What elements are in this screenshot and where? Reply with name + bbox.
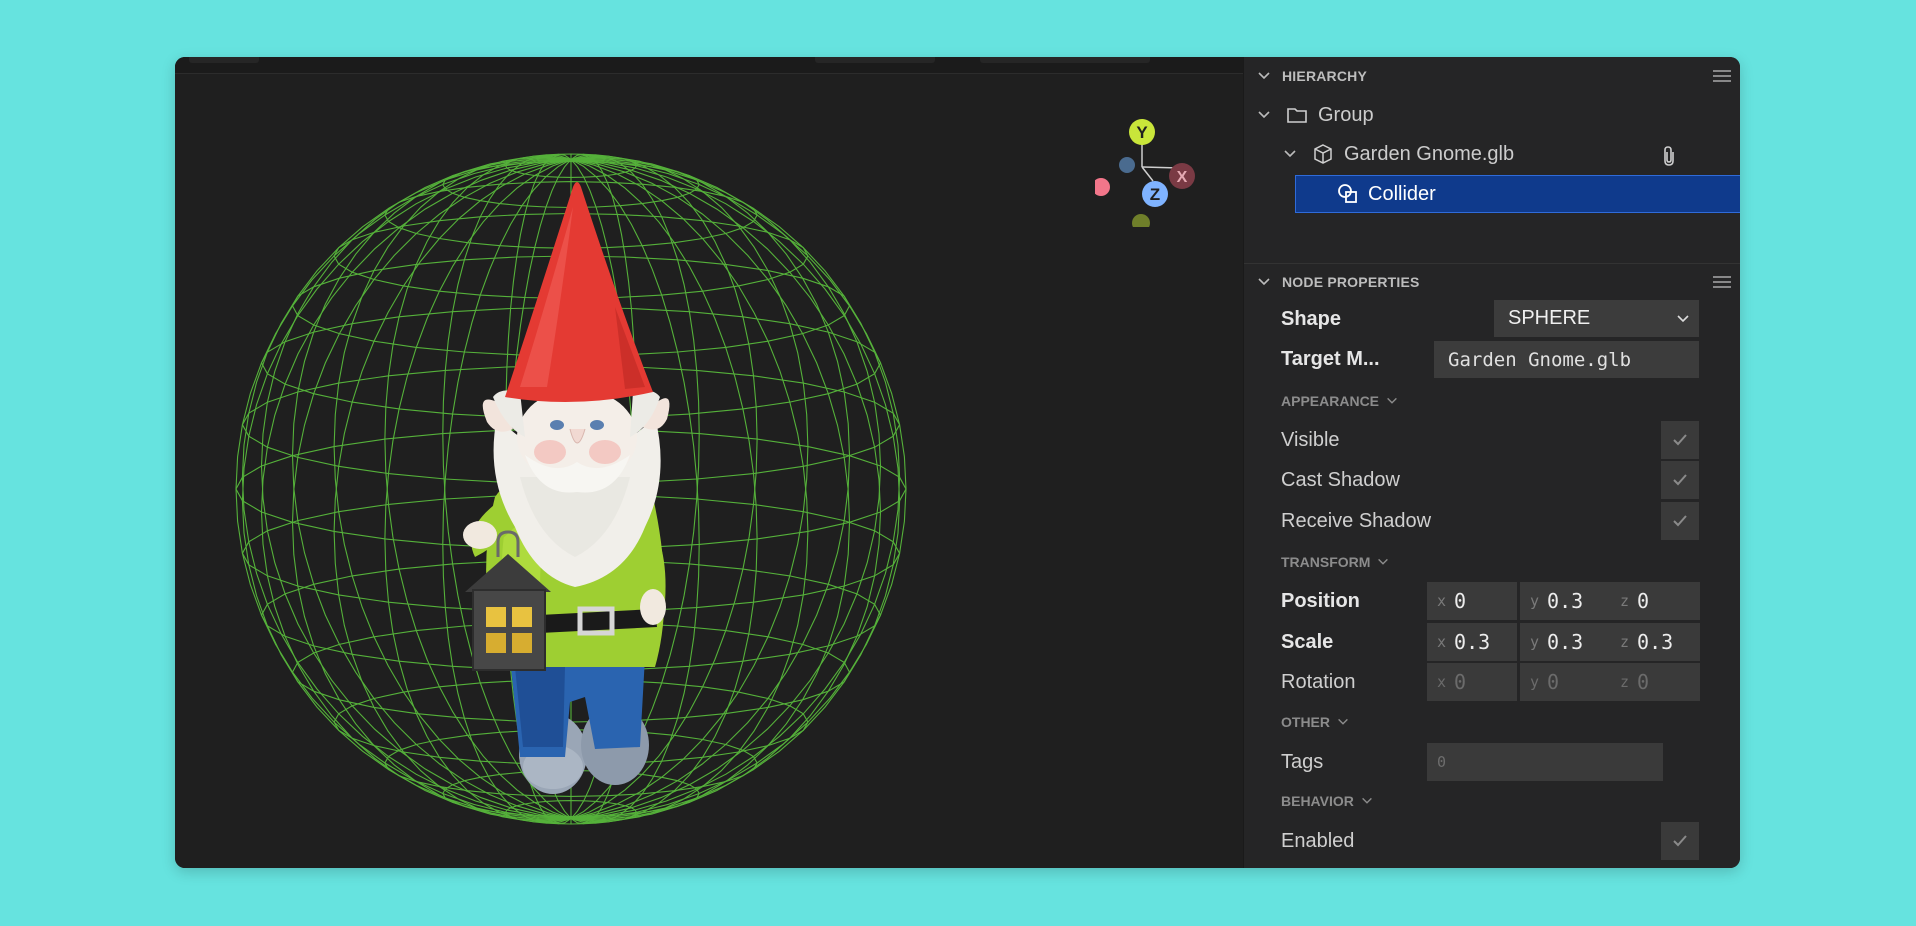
target-mesh-field[interactable]: Garden Gnome.glb bbox=[1434, 341, 1699, 378]
chevron-down-icon bbox=[1677, 315, 1689, 323]
chevron-down-icon[interactable] bbox=[1282, 146, 1298, 162]
scale-x-field[interactable]: x 0.3 bbox=[1427, 623, 1517, 661]
hierarchy-title: HIERARCHY bbox=[1282, 68, 1368, 84]
axis-x-label: x bbox=[1437, 633, 1447, 651]
rotation-x-value: 0 bbox=[1454, 670, 1467, 694]
scale-y-field[interactable]: y 0.3 bbox=[1520, 623, 1610, 661]
cast-shadow-checkbox[interactable] bbox=[1661, 461, 1699, 499]
position-x-value: 0 bbox=[1454, 589, 1467, 613]
other-group-header[interactable]: OTHER bbox=[1281, 714, 1350, 730]
position-z-value: 0 bbox=[1637, 589, 1650, 613]
position-y-value: 0.3 bbox=[1547, 589, 1584, 613]
rotation-z-value: 0 bbox=[1637, 670, 1650, 694]
chevron-down-icon[interactable] bbox=[1256, 274, 1272, 290]
axis-y-label: y bbox=[1530, 592, 1540, 610]
rotation-x-field[interactable]: x0 bbox=[1427, 663, 1517, 701]
shape-value: SPHERE bbox=[1508, 307, 1591, 329]
shapes-icon bbox=[1338, 184, 1357, 203]
chevron-down-icon bbox=[1378, 558, 1389, 565]
position-z-field[interactable]: z0 bbox=[1610, 582, 1700, 620]
svg-text:Y: Y bbox=[1136, 123, 1148, 142]
checkmark-icon bbox=[1673, 515, 1687, 527]
behavior-title: BEHAVIOR bbox=[1281, 793, 1354, 809]
scale-label: Scale bbox=[1281, 631, 1334, 653]
chevron-down-icon bbox=[1387, 397, 1397, 404]
scale-y-value: 0.3 bbox=[1547, 630, 1584, 654]
axis-z-label: z bbox=[1620, 673, 1630, 691]
axis-y-label: y bbox=[1530, 633, 1540, 651]
behavior-group-header[interactable]: BEHAVIOR bbox=[1281, 793, 1374, 809]
node-properties-header[interactable]: NODE PROPERTIES bbox=[1244, 263, 1740, 301]
scene-viewport[interactable]: Y X Z bbox=[175, 57, 1243, 868]
enabled-checkbox[interactable] bbox=[1661, 822, 1699, 860]
checkmark-icon bbox=[1673, 835, 1687, 847]
transform-title: TRANSFORM bbox=[1281, 554, 1371, 570]
orientation-gizmo[interactable]: Y X Z bbox=[1095, 87, 1235, 227]
gizmo-neg-z-handle bbox=[1119, 157, 1135, 173]
axis-z-label: z bbox=[1620, 592, 1630, 610]
position-label: Position bbox=[1281, 590, 1360, 612]
svg-text:X: X bbox=[1177, 169, 1188, 186]
receive-shadow-label: Receive Shadow bbox=[1281, 510, 1432, 532]
appearance-title: APPEARANCE bbox=[1281, 393, 1380, 409]
tree-item-label: Garden Gnome.glb bbox=[1344, 142, 1515, 165]
position-x-field[interactable]: x0 bbox=[1427, 582, 1517, 620]
rotation-y-value: 0 bbox=[1547, 670, 1560, 694]
axis-x-label: x bbox=[1437, 673, 1447, 691]
node-properties-title: NODE PROPERTIES bbox=[1282, 274, 1420, 290]
scale-z-field[interactable]: z 0.3 bbox=[1610, 623, 1700, 661]
transform-group-header[interactable]: TRANSFORM bbox=[1281, 554, 1390, 570]
axis-z-label: z bbox=[1620, 633, 1630, 651]
gizmo-neg-y-handle bbox=[1132, 214, 1150, 227]
tree-item-garden-gnome[interactable]: Garden Gnome.glb bbox=[1282, 135, 1514, 173]
enabled-label: Enabled bbox=[1281, 830, 1355, 852]
axis-x-label: x bbox=[1437, 592, 1447, 610]
chevron-down-icon bbox=[1361, 797, 1372, 804]
gizmo-neg-x-handle bbox=[1095, 178, 1110, 196]
checkmark-icon bbox=[1673, 474, 1687, 486]
target-mesh-label: Target M... bbox=[1281, 348, 1380, 370]
visible-label: Visible bbox=[1281, 429, 1340, 451]
svg-text:Z: Z bbox=[1150, 185, 1160, 204]
folder-icon bbox=[1287, 108, 1307, 123]
rotation-y-field[interactable]: y0 bbox=[1520, 663, 1610, 701]
shape-select[interactable]: SPHERE bbox=[1494, 300, 1699, 337]
inspector-panel: HIERARCHY Group Garden Gnome.glb Collide… bbox=[1243, 57, 1740, 868]
rotation-label: Rotation bbox=[1281, 671, 1356, 693]
editor-window: Y X Z HIERARCHY Group Garden Gnome.glb C… bbox=[175, 57, 1740, 868]
tree-item-label: Collider bbox=[1368, 182, 1436, 205]
chevron-down-icon[interactable] bbox=[1256, 107, 1272, 123]
tree-item-label: Group bbox=[1318, 103, 1374, 126]
tags-input[interactable]: 0 bbox=[1427, 743, 1663, 781]
appearance-group-header[interactable]: APPEARANCE bbox=[1281, 393, 1399, 409]
paperclip-icon[interactable] bbox=[1660, 145, 1678, 167]
cast-shadow-label: Cast Shadow bbox=[1281, 469, 1400, 491]
menu-icon[interactable] bbox=[1711, 274, 1733, 290]
tree-item-group[interactable]: Group bbox=[1256, 96, 1374, 134]
checkmark-icon bbox=[1673, 434, 1687, 446]
visible-checkbox[interactable] bbox=[1661, 421, 1699, 459]
tags-label: Tags bbox=[1281, 751, 1324, 773]
target-mesh-value: Garden Gnome.glb bbox=[1448, 348, 1632, 371]
tags-placeholder: 0 bbox=[1437, 753, 1447, 771]
tree-item-collider[interactable]: Collider bbox=[1295, 175, 1740, 213]
other-title: OTHER bbox=[1281, 714, 1330, 730]
shape-label: Shape bbox=[1281, 308, 1342, 330]
receive-shadow-checkbox[interactable] bbox=[1661, 502, 1699, 540]
chevron-down-icon bbox=[1338, 718, 1348, 725]
scale-x-value: 0.3 bbox=[1454, 630, 1491, 654]
axis-y-label: y bbox=[1530, 673, 1540, 691]
rotation-z-field[interactable]: z0 bbox=[1610, 663, 1700, 701]
scale-z-value: 0.3 bbox=[1637, 630, 1674, 654]
menu-icon[interactable] bbox=[1711, 68, 1733, 84]
cube-icon bbox=[1314, 144, 1332, 164]
chevron-down-icon[interactable] bbox=[1256, 68, 1272, 84]
scene-canvas[interactable] bbox=[175, 57, 1243, 868]
position-y-field[interactable]: y 0.3 bbox=[1520, 582, 1610, 620]
garden-gnome-model bbox=[463, 182, 670, 794]
hierarchy-header[interactable]: HIERARCHY bbox=[1244, 57, 1740, 95]
